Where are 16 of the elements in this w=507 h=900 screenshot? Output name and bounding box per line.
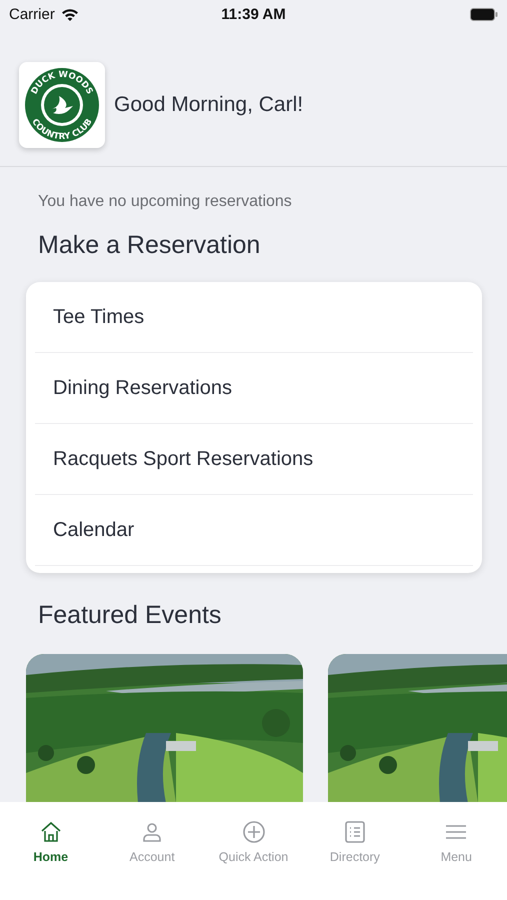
list-icon [342,820,367,844]
carrier-label: Carrier [9,6,55,22]
tab[interactable]: Home [0,820,102,864]
reservation-item[interactable]: Racquets Sport Reservations [35,424,473,495]
battery-icon [470,8,498,20]
plus-icon [242,820,266,844]
section-title: Featured Events [38,601,222,630]
reservation-item[interactable]: Calendar [35,495,473,566]
wifi-icon [60,8,79,20]
greeting: Good Morning, Carl! [114,93,304,117]
clock: 11:39 AM [221,6,286,22]
section-title: Make a Reservation [38,231,262,260]
reservation-item[interactable]: Dining Reservations [35,353,473,424]
no-reservations-message: You have no upcoming reservations [37,193,293,211]
home-icon [38,820,63,844]
reservation-item[interactable]: Tee Times [35,282,473,353]
